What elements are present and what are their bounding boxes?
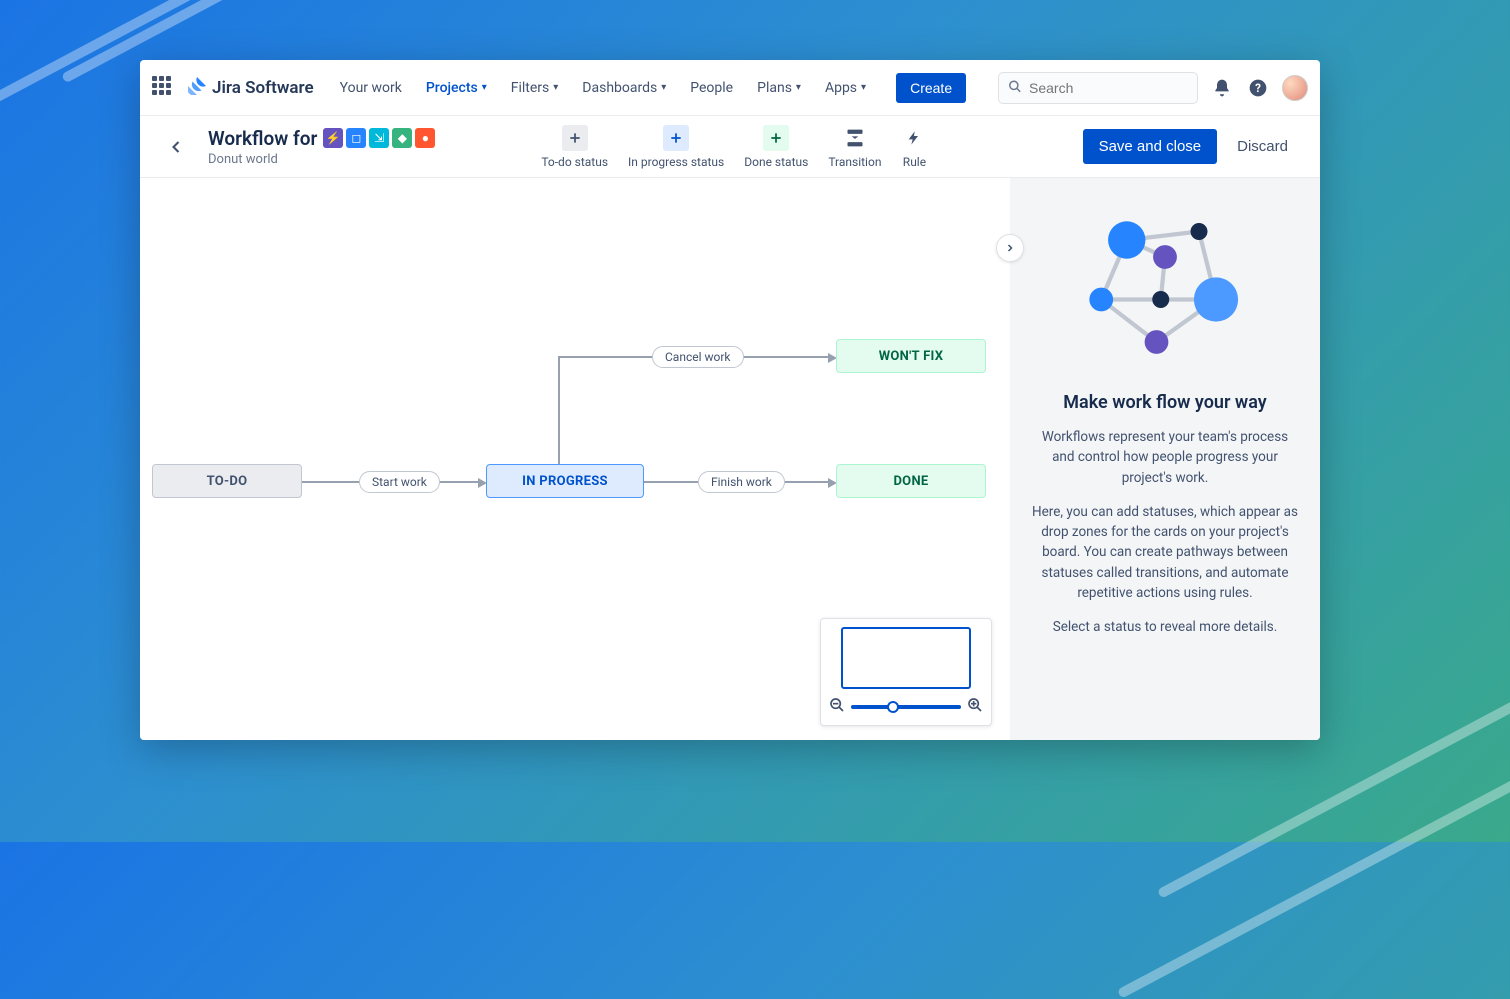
back-button[interactable]: [160, 131, 192, 163]
nav-item-your-work[interactable]: Your work: [330, 74, 412, 102]
tool-label: To-do status: [541, 155, 608, 169]
status-done[interactable]: DONE: [836, 464, 986, 498]
tool-label: Transition: [828, 155, 881, 169]
status-wont-fix[interactable]: WON'T FIX: [836, 339, 986, 373]
notifications-icon[interactable]: [1210, 76, 1234, 100]
issue-type-epic-icon: ⚡: [323, 128, 343, 148]
chevron-down-icon: ▾: [796, 82, 801, 93]
add-transition-button[interactable]: Transition: [828, 125, 881, 169]
nav-item-label: People: [690, 80, 733, 96]
plus-icon: [663, 125, 689, 151]
tool-label: Done status: [744, 155, 808, 169]
save-and-close-button[interactable]: Save and close: [1083, 129, 1218, 164]
user-avatar[interactable]: [1282, 75, 1308, 101]
nav-items: Your workProjects▾Filters▾Dashboards▾Peo…: [330, 74, 876, 102]
panel-paragraph: Workflows represent your team's process …: [1032, 427, 1298, 488]
workflow-canvas[interactable]: Cancel work WON'T FIX TO-DO Start work I…: [140, 178, 1010, 740]
plus-icon: [562, 125, 588, 151]
chevron-down-icon: ▾: [482, 82, 487, 93]
search-field: [998, 72, 1198, 104]
status-to-do[interactable]: TO-DO: [152, 464, 302, 498]
issue-type-task-icon: ◆: [392, 128, 412, 148]
editor-main: Cancel work WON'T FIX TO-DO Start work I…: [140, 178, 1320, 740]
add-rule-button[interactable]: Rule: [901, 125, 927, 169]
product-logo[interactable]: Jira Software: [188, 77, 314, 99]
zoom-slider-thumb[interactable]: [887, 701, 899, 713]
bg-decor-line: [1117, 755, 1510, 999]
nav-item-filters[interactable]: Filters▾: [501, 74, 569, 102]
nav-item-label: Plans: [757, 80, 792, 96]
transition-icon: [842, 125, 868, 151]
help-icon[interactable]: ?: [1246, 76, 1270, 100]
workflow-graph-illustration: [1080, 206, 1250, 376]
add-done-status-button[interactable]: Done status: [744, 125, 808, 169]
jira-logo-icon: [188, 77, 206, 99]
nav-item-label: Projects: [426, 80, 478, 96]
title-block: Workflow for ⚡ ◻ ⇲ ◆ ● Donut world: [208, 127, 435, 167]
nav-item-dashboards[interactable]: Dashboards ▾: [572, 74, 676, 102]
chevron-down-icon: ▾: [661, 82, 666, 93]
search-input[interactable]: [998, 72, 1198, 104]
nav-item-label: Apps: [825, 80, 857, 96]
panel-paragraph: Select a status to reveal more details.: [1053, 617, 1278, 637]
issue-type-badges: ⚡ ◻ ⇲ ◆ ●: [323, 128, 435, 148]
svg-text:?: ?: [1255, 81, 1261, 95]
product-name: Jira Software: [212, 78, 314, 98]
info-panel: Make work flow your way Workflows repres…: [1010, 178, 1320, 740]
rule-lightning-icon: [901, 125, 927, 151]
issue-type-story-icon: ◻: [346, 128, 366, 148]
connector: [558, 356, 560, 481]
search-icon: [1008, 78, 1022, 97]
status-in-progress[interactable]: IN PROGRESS: [486, 464, 644, 498]
nav-item-label: Dashboards: [582, 80, 657, 96]
create-button[interactable]: Create: [896, 73, 966, 103]
project-name: Donut world: [208, 152, 435, 167]
transition-cancel-work[interactable]: Cancel work: [652, 346, 744, 368]
panel-title: Make work flow your way: [1063, 392, 1266, 413]
chevron-down-icon: ▾: [861, 82, 866, 93]
app-window: Jira Software Your workProjects▾Filters▾…: [140, 60, 1320, 740]
plus-icon: [763, 125, 789, 151]
issue-type-bug-icon: ●: [415, 128, 435, 148]
nav-item-label: Your work: [340, 80, 402, 96]
page-title: Workflow for: [208, 127, 317, 150]
add-inprogress-status-button[interactable]: In progress status: [628, 125, 724, 169]
nav-item-label: Filters: [511, 80, 550, 96]
tool-label: In progress status: [628, 155, 724, 169]
nav-item-people[interactable]: People: [680, 74, 743, 102]
zoom-out-icon[interactable]: [829, 697, 845, 717]
transition-finish-work[interactable]: Finish work: [698, 471, 785, 493]
add-todo-status-button[interactable]: To-do status: [541, 125, 608, 169]
zoom-in-icon[interactable]: [967, 697, 983, 717]
minimap: [820, 618, 992, 726]
app-switcher-icon[interactable]: [152, 76, 176, 100]
nav-item-projects[interactable]: Projects ▾: [416, 74, 497, 102]
minimap-viewport[interactable]: [841, 627, 971, 689]
chevron-down-icon: ▾: [553, 82, 558, 93]
issue-type-subtask-icon: ⇲: [369, 128, 389, 148]
zoom-slider[interactable]: [851, 705, 961, 709]
discard-button[interactable]: Discard: [1225, 129, 1300, 164]
transition-start-work[interactable]: Start work: [359, 471, 440, 493]
nav-item-plans[interactable]: Plans ▾: [747, 74, 811, 102]
top-nav: Jira Software Your workProjects▾Filters▾…: [140, 60, 1320, 116]
nav-item-apps[interactable]: Apps ▾: [815, 74, 876, 102]
collapse-panel-button[interactable]: [996, 234, 1024, 262]
editor-header: Workflow for ⚡ ◻ ⇲ ◆ ● Donut world To-do…: [140, 116, 1320, 178]
editor-toolbar: To-do status In progress status Done sta…: [541, 125, 927, 169]
panel-paragraph: Here, you can add statuses, which appear…: [1032, 502, 1298, 603]
tool-label: Rule: [903, 155, 926, 169]
